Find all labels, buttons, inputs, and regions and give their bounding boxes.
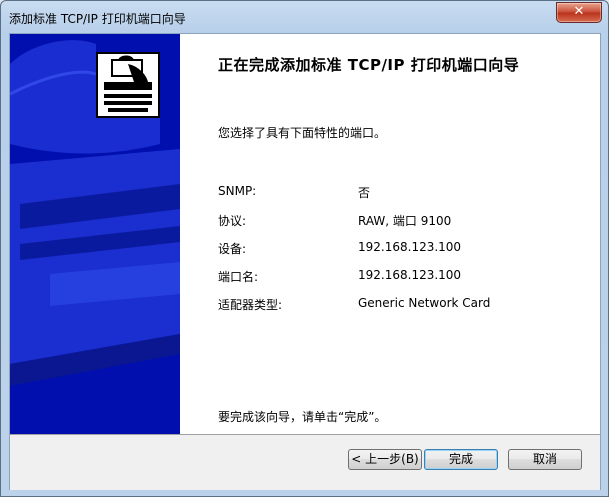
property-value: 192.168.123.100 <box>358 268 462 282</box>
cancel-button[interactable]: 取消 <box>508 449 582 470</box>
property-label: SNMP: <box>218 184 257 198</box>
port-properties: SNMP: 否 协议: RAW, 端口 9100 设备: 192.168.123… <box>218 184 578 324</box>
wizard-window: 添加标准 TCP/IP 打印机端口向导 ✕ 正在完成添加标准 TCP/IP 打印… <box>0 0 609 497</box>
printer-wizard-icon <box>96 52 160 118</box>
title-bar[interactable]: 添加标准 TCP/IP 打印机端口向导 ✕ <box>1 1 608 33</box>
property-label: 协议: <box>218 214 247 228</box>
wizard-client-area: 正在完成添加标准 TCP/IP 打印机端口向导 您选择了具有下面特性的端口。 S… <box>9 33 601 490</box>
property-row: SNMP: 否 <box>218 184 578 212</box>
property-row: 适配器类型: Generic Network Card <box>218 296 578 324</box>
property-value: RAW, 端口 9100 <box>358 214 452 228</box>
property-label: 设备: <box>218 242 247 256</box>
property-value: 否 <box>358 186 371 200</box>
page-title: 正在完成添加标准 TCP/IP 打印机端口向导 <box>218 56 520 74</box>
close-icon: ✕ <box>573 4 585 19</box>
button-bar: < 上一步(B) 完成 取消 <box>10 434 600 490</box>
wizard-side-panel <box>10 34 180 434</box>
property-label: 端口名: <box>218 270 259 284</box>
property-row: 端口名: 192.168.123.100 <box>218 268 578 296</box>
property-row: 设备: 192.168.123.100 <box>218 240 578 268</box>
property-value: 192.168.123.100 <box>358 240 462 254</box>
property-label: 适配器类型: <box>218 298 283 312</box>
wizard-content: 正在完成添加标准 TCP/IP 打印机端口向导 您选择了具有下面特性的端口。 S… <box>180 34 600 434</box>
property-value: Generic Network Card <box>358 296 491 310</box>
close-button[interactable]: ✕ <box>556 2 602 23</box>
window-title: 添加标准 TCP/IP 打印机端口向导 <box>9 12 186 26</box>
back-button[interactable]: < 上一步(B) <box>348 449 422 470</box>
intro-text: 您选择了具有下面特性的端口。 <box>218 126 387 140</box>
property-row: 协议: RAW, 端口 9100 <box>218 212 578 240</box>
finish-button[interactable]: 完成 <box>424 449 498 470</box>
finish-instruction: 要完成该向导，请单击“完成”。 <box>218 410 387 424</box>
